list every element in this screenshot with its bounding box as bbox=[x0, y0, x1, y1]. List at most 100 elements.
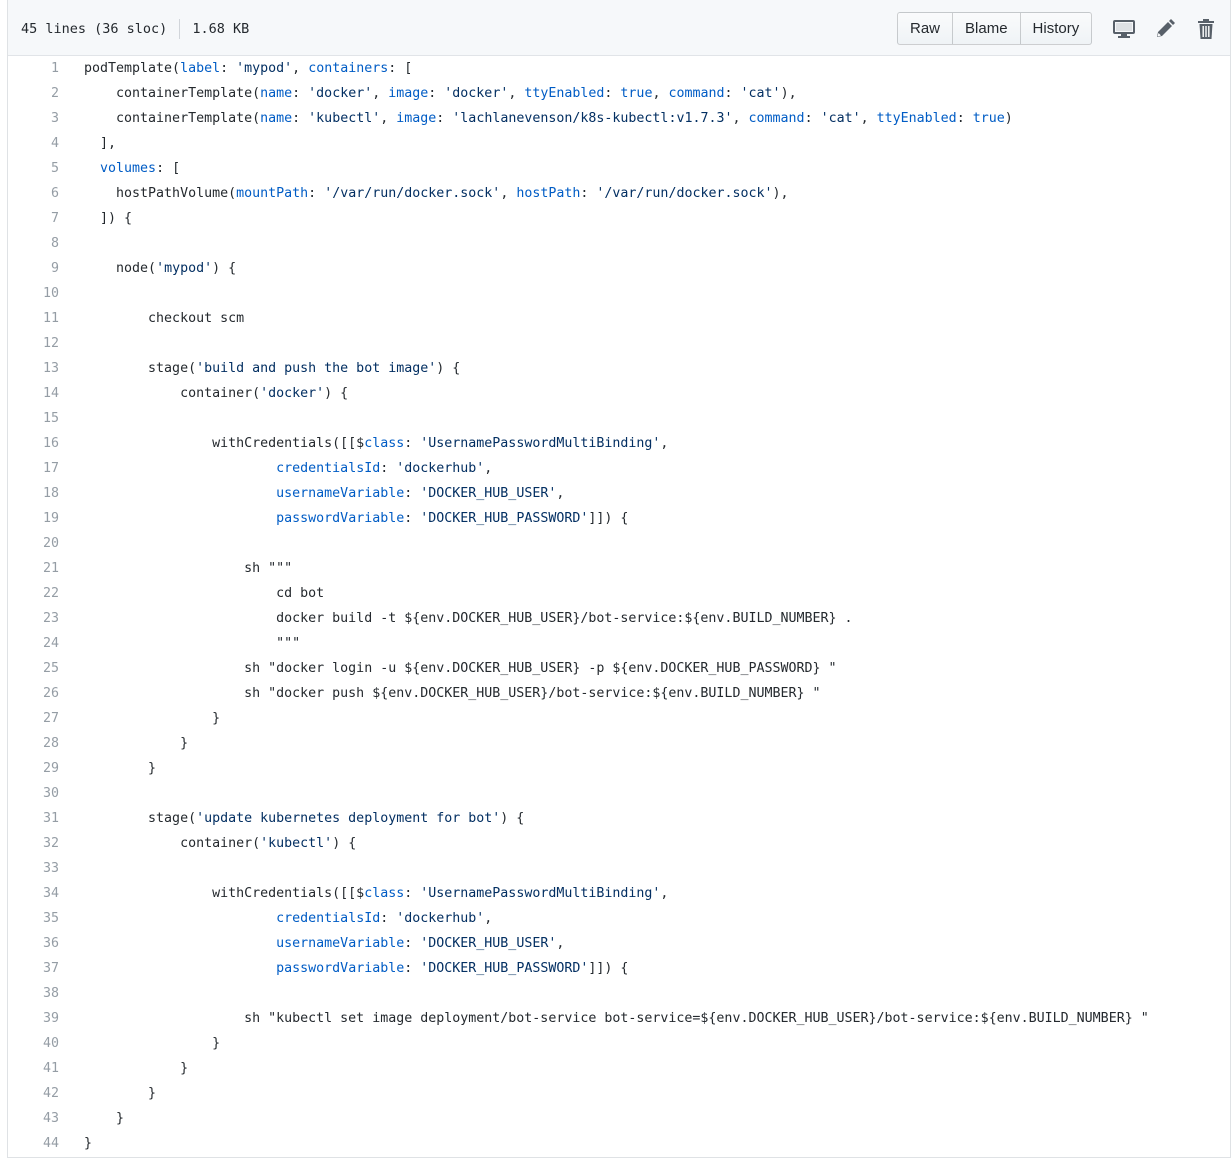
code-line: 34 withCredentials([[$class: 'UsernamePa… bbox=[8, 881, 1230, 906]
line-content: container('docker') { bbox=[84, 386, 349, 401]
line-content: } bbox=[84, 736, 189, 751]
desktop-icon[interactable] bbox=[1112, 17, 1136, 41]
line-number[interactable]: 41 bbox=[8, 1061, 59, 1076]
code-line: 22 cd bot bbox=[8, 581, 1230, 606]
line-content: sh "docker push ${env.DOCKER_HUB_USER}/b… bbox=[84, 686, 821, 701]
line-number[interactable]: 30 bbox=[8, 786, 59, 801]
line-number[interactable]: 36 bbox=[8, 936, 59, 951]
line-content: sh "kubectl set image deployment/bot-ser… bbox=[84, 1011, 1149, 1026]
line-number[interactable]: 18 bbox=[8, 486, 59, 501]
code-line: 20 bbox=[8, 531, 1230, 556]
code-line: 25 sh "docker login -u ${env.DOCKER_HUB_… bbox=[8, 656, 1230, 681]
line-content: checkout scm bbox=[84, 311, 245, 326]
line-number[interactable]: 42 bbox=[8, 1086, 59, 1101]
line-number[interactable]: 35 bbox=[8, 911, 59, 926]
line-number[interactable]: 23 bbox=[8, 611, 59, 626]
code-line: 36 usernameVariable: 'DOCKER_HUB_USER', bbox=[8, 931, 1230, 956]
divider bbox=[179, 19, 181, 39]
code-line: 23 docker build -t ${env.DOCKER_HUB_USER… bbox=[8, 606, 1230, 631]
code-line: 41 } bbox=[8, 1056, 1230, 1081]
line-number[interactable]: 43 bbox=[8, 1111, 59, 1126]
code-line: 16 withCredentials([[$class: 'UsernamePa… bbox=[8, 431, 1230, 456]
line-number[interactable]: 31 bbox=[8, 811, 59, 826]
line-number[interactable]: 32 bbox=[8, 836, 59, 851]
line-number[interactable]: 6 bbox=[8, 186, 59, 201]
line-content: hostPathVolume(mountPath: '/var/run/dock… bbox=[84, 186, 789, 201]
line-content: withCredentials([[$class: 'UsernamePassw… bbox=[84, 886, 669, 901]
line-content: usernameVariable: 'DOCKER_HUB_USER', bbox=[276, 936, 565, 951]
line-content: credentialsId: 'dockerhub', bbox=[276, 461, 493, 476]
line-number[interactable]: 20 bbox=[8, 536, 59, 551]
line-number[interactable]: 28 bbox=[8, 736, 59, 751]
line-number[interactable]: 5 bbox=[8, 161, 59, 176]
line-number[interactable]: 37 bbox=[8, 961, 59, 976]
line-number[interactable]: 1 bbox=[8, 61, 59, 76]
line-number[interactable]: 9 bbox=[8, 261, 59, 276]
line-number[interactable]: 14 bbox=[8, 386, 59, 401]
line-number[interactable]: 2 bbox=[8, 86, 59, 101]
line-number[interactable]: 40 bbox=[8, 1036, 59, 1051]
trash-icon[interactable] bbox=[1194, 17, 1218, 41]
code-line: 13 stage('build and push the bot image')… bbox=[8, 356, 1230, 381]
history-button[interactable]: History bbox=[1020, 12, 1093, 45]
file-info: 45 lines (36 sloc) 1.68 KB bbox=[21, 19, 249, 39]
code-line: 39 sh "kubectl set image deployment/bot-… bbox=[8, 1006, 1230, 1031]
line-content: stage('update kubernetes deployment for … bbox=[84, 811, 525, 826]
line-number[interactable]: 10 bbox=[8, 286, 59, 301]
line-number[interactable]: 44 bbox=[8, 1136, 59, 1151]
code-line: 37 passwordVariable: 'DOCKER_HUB_PASSWOR… bbox=[8, 956, 1230, 981]
line-number[interactable]: 12 bbox=[8, 336, 59, 351]
line-number[interactable]: 7 bbox=[8, 211, 59, 226]
pencil-icon[interactable] bbox=[1153, 17, 1177, 41]
line-number[interactable]: 38 bbox=[8, 986, 59, 1001]
line-number[interactable]: 33 bbox=[8, 861, 59, 876]
code-line: 5 volumes: [ bbox=[8, 156, 1230, 181]
line-content: ]) { bbox=[84, 211, 133, 226]
line-content: withCredentials([[$class: 'UsernamePassw… bbox=[84, 436, 669, 451]
file-viewer: 45 lines (36 sloc) 1.68 KB Raw Blame His… bbox=[7, 0, 1231, 1158]
line-number[interactable]: 39 bbox=[8, 1011, 59, 1026]
line-content: passwordVariable: 'DOCKER_HUB_PASSWORD']… bbox=[276, 511, 629, 526]
line-number[interactable]: 3 bbox=[8, 111, 59, 126]
line-number[interactable]: 17 bbox=[8, 461, 59, 476]
code-line: 10 bbox=[8, 281, 1230, 306]
line-content: containerTemplate(name: 'docker', image:… bbox=[84, 86, 797, 101]
code-line: 42 } bbox=[8, 1081, 1230, 1106]
line-number[interactable]: 15 bbox=[8, 411, 59, 426]
line-number[interactable]: 13 bbox=[8, 361, 59, 376]
line-content: stage('build and push the bot image') { bbox=[84, 361, 461, 376]
code-line: 1 podTemplate(label: 'mypod', containers:… bbox=[8, 56, 1230, 81]
line-number[interactable]: 21 bbox=[8, 561, 59, 576]
code-line: 19 passwordVariable: 'DOCKER_HUB_PASSWOR… bbox=[8, 506, 1230, 531]
line-number[interactable]: 25 bbox=[8, 661, 59, 676]
line-content: credentialsId: 'dockerhub', bbox=[276, 911, 493, 926]
line-number[interactable]: 27 bbox=[8, 711, 59, 726]
line-content: docker build -t ${env.DOCKER_HUB_USER}/b… bbox=[84, 611, 853, 626]
line-content: } bbox=[84, 1086, 157, 1101]
line-content: passwordVariable: 'DOCKER_HUB_PASSWORD']… bbox=[276, 961, 629, 976]
line-number[interactable]: 24 bbox=[8, 636, 59, 651]
line-content: containerTemplate(name: 'kubectl', image… bbox=[84, 111, 1013, 126]
line-number[interactable]: 16 bbox=[8, 436, 59, 451]
code-line: 43 } bbox=[8, 1106, 1230, 1131]
line-number[interactable]: 4 bbox=[8, 136, 59, 151]
line-number[interactable]: 29 bbox=[8, 761, 59, 776]
code-line: 6 hostPathVolume(mountPath: '/var/run/do… bbox=[8, 181, 1230, 206]
code-line: 4 ], bbox=[8, 131, 1230, 156]
line-number[interactable]: 8 bbox=[8, 236, 59, 251]
line-number[interactable]: 34 bbox=[8, 886, 59, 901]
code-line: 3 containerTemplate(name: 'kubectl', ima… bbox=[8, 106, 1230, 131]
line-number[interactable]: 22 bbox=[8, 586, 59, 601]
line-number[interactable]: 19 bbox=[8, 511, 59, 526]
blame-button[interactable]: Blame bbox=[953, 12, 1021, 45]
raw-button[interactable]: Raw bbox=[897, 12, 954, 45]
line-content: container('kubectl') { bbox=[84, 836, 357, 851]
code-line: 31 stage('update kubernetes deployment f… bbox=[8, 806, 1230, 831]
line-content: podTemplate(label: 'mypod', containers: … bbox=[84, 61, 413, 76]
line-content: } bbox=[84, 1036, 221, 1051]
code-line: 17 credentialsId: 'dockerhub', bbox=[8, 456, 1230, 481]
code-line: 32 container('kubectl') { bbox=[8, 831, 1230, 856]
line-number[interactable]: 26 bbox=[8, 686, 59, 701]
line-content: } bbox=[84, 1111, 125, 1126]
line-number[interactable]: 11 bbox=[8, 311, 59, 326]
